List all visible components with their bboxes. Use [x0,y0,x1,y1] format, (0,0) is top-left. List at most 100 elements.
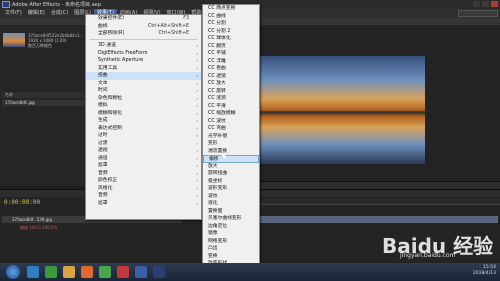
distort-submenu-item[interactable]: 波纹 [203,193,259,201]
distort-submenu-item[interactable]: CC 分割 [203,20,259,28]
file-explorer-icon[interactable] [63,266,75,278]
effect-menu-item[interactable]: 时间 › [86,87,201,95]
effect-menu-item[interactable]: 模糊和锐化 › [86,110,201,118]
effect-menu-item[interactable]: 实用工具 › [86,65,201,73]
distort-submenu-item[interactable]: 变形 [203,140,259,148]
effect-menu-item[interactable]: Synthetic Aperture › [86,57,201,65]
effect-menu-item[interactable]: DigiEffects FreeForm › [86,50,201,58]
composition-image[interactable] [250,56,425,164]
effect-menu-item[interactable]: 通道 › [86,155,201,163]
effect-menu-item[interactable]: 音频 › [86,192,201,200]
effect-menu-item-label: 3D 通道 [98,43,116,49]
submenu-arrow-icon: › [196,58,198,64]
distort-submenu-item[interactable]: CC 波纹 [203,118,259,126]
effect-menu-item[interactable]: 过时 › [86,132,201,140]
distort-submenu-item[interactable]: CC 翻页 [203,43,259,51]
distort-submenu-item[interactable]: 置换图 [203,208,259,216]
search-help-input[interactable] [458,10,498,17]
distort-submenu-item[interactable]: 贝塞尔曲线变形 [203,215,259,223]
effect-menu-item[interactable]: 3D 通道 › [86,42,201,50]
effect-menu-item-label: 遮罩 [98,200,108,206]
store-icon[interactable] [45,266,57,278]
submenu-arrow-icon: › [196,95,198,101]
distort-submenu-item[interactable]: 放大 [203,163,259,171]
distort-submenu-item[interactable]: 凸出 [203,245,259,253]
distort-submenu-item[interactable]: CC 旋转 [203,88,259,96]
distort-submenu-item[interactable]: CC 浮雕 [203,58,259,66]
project-thumbnail [3,33,25,47]
effect-menu-item[interactable]: 颜色校正 › [86,177,201,185]
effect-menu-item[interactable]: 音频 › [86,170,201,178]
effect-menu-item[interactable]: 透视 › [86,147,201,155]
distort-submenu-item[interactable]: 偏移 [203,155,259,163]
menu-item[interactable]: 编辑(E) [25,9,48,18]
effect-menu-item[interactable]: 风格化 › [86,185,201,193]
current-time-display[interactable]: 0:00:00:00 [4,199,40,206]
effect-menu-item[interactable]: 过渡 › [86,140,201,148]
after-effects-taskbar-icon[interactable] [153,266,165,278]
layer-duration-bar[interactable] [230,216,498,223]
project-list-item[interactable]: 370ace8df..jpg [2,100,97,106]
effect-menu-item[interactable]: 表达式控制 › [86,125,201,133]
effect-menu-item-label: 透视 [98,148,108,154]
distort-submenu-item[interactable]: CC 涟漪 [203,95,259,103]
distort-submenu-item[interactable]: CC 放大 [203,80,259,88]
effect-menu-item[interactable]: 遮罩 › [86,162,201,170]
layer-scale-property[interactable]: 缩放 100.0,100.0% [2,225,182,231]
word-icon[interactable] [135,266,147,278]
effect-menu-item[interactable]: 遮罩 › [86,200,201,208]
distort-submenu-item[interactable]: 边角定位 [203,223,259,231]
effect-menu-item[interactable]: 扭曲 › [86,72,201,80]
distort-submenu-item[interactable]: 湍流置换 [203,148,259,156]
distort-submenu-item[interactable]: 液化 [203,200,259,208]
distort-submenu-item[interactable]: CC 分割 2 [203,28,259,36]
distort-submenu-item[interactable]: CC 球体化 [203,35,259,43]
recorder-icon[interactable] [117,266,129,278]
distort-submenu-item[interactable]: CC 透镜 [203,73,259,81]
effect-menu-item-label: Synthetic Aperture [98,58,144,64]
menu-item[interactable]: 合成(C) [48,9,71,18]
effect-menu-item-label: 颜色校正 [98,178,118,184]
effect-menu-item[interactable]: 文本 › [86,80,201,88]
effect-menu-shortcut: Ctrl+Alt+Shift+E [147,23,189,29]
project-item-info: 370ace8df532e2b4b84c3... 1920 x 1080 (1.… [28,33,83,48]
maximize-button[interactable] [482,1,489,7]
effect-menu-item[interactable]: 效果控件(E) F3 [86,15,201,23]
distort-submenu-item[interactable]: CC 两点变换 [203,5,259,13]
distort-submenu-item[interactable]: 极坐标 [203,178,259,186]
effect-menu-item[interactable]: 生成 › [86,117,201,125]
menu-item[interactable]: 文件(F) [2,9,25,18]
system-tray-clock[interactable]: 15:54 2018/4/13 [473,265,496,277]
distort-submenu-item[interactable]: 波形变形 [203,185,259,193]
submenu-arrow-icon: › [196,185,198,191]
effect-menu-item[interactable]: 杂色和颗粒 › [86,95,201,103]
distort-submenu-item[interactable]: CC 弯曲 [203,125,259,133]
distort-submenu-item[interactable]: CC 平滑 [203,103,259,111]
firefox-icon[interactable] [81,266,93,278]
distort-submenu-item[interactable]: CC 平铺 [203,50,259,58]
ie-browser-icon[interactable] [27,266,39,278]
effect-menu-item[interactable]: 模拟 › [86,102,201,110]
minimize-button[interactable] [473,1,480,7]
project-item-colors: 数百万种颜色 [28,43,52,48]
effect-menu-item-label: 生成 [98,118,108,124]
distort-submenu-item[interactable]: CC 卷曲 [203,65,259,73]
effect-menu-item[interactable]: 全部移除(R) Ctrl+Shift+E [86,30,201,38]
distort-submenu-item[interactable]: CC 曲线 [203,13,259,21]
media-player-icon[interactable] [99,266,111,278]
distort-submenu-item[interactable]: 变换 [203,253,259,261]
effect-menu-item[interactable]: 曲线 Ctrl+Alt+Shift+E [86,23,201,31]
distort-submenu-item[interactable]: 镜像 [203,230,259,238]
submenu-arrow-icon: › [196,193,198,199]
distort-submenu-item[interactable]: 光学补偿 [203,133,259,141]
windows-start-button[interactable] [6,265,20,279]
watermark-url: jingyan.baidu.com [400,252,456,259]
close-button[interactable] [491,1,498,7]
effect-menu-item-label: 杂色和颗粒 [98,95,122,101]
window-title: Adobe After Effects - 未命名项目.aep [12,2,101,8]
distort-submenu-item[interactable]: CC 缩放模糊 [203,110,259,118]
distort-submenu-item[interactable]: 网格变形 [203,238,259,246]
distort-submenu-item[interactable]: 旋转扭曲 [203,170,259,178]
effect-menu-item-label: 时间 [98,88,108,94]
submenu-arrow-icon: › [196,178,198,184]
